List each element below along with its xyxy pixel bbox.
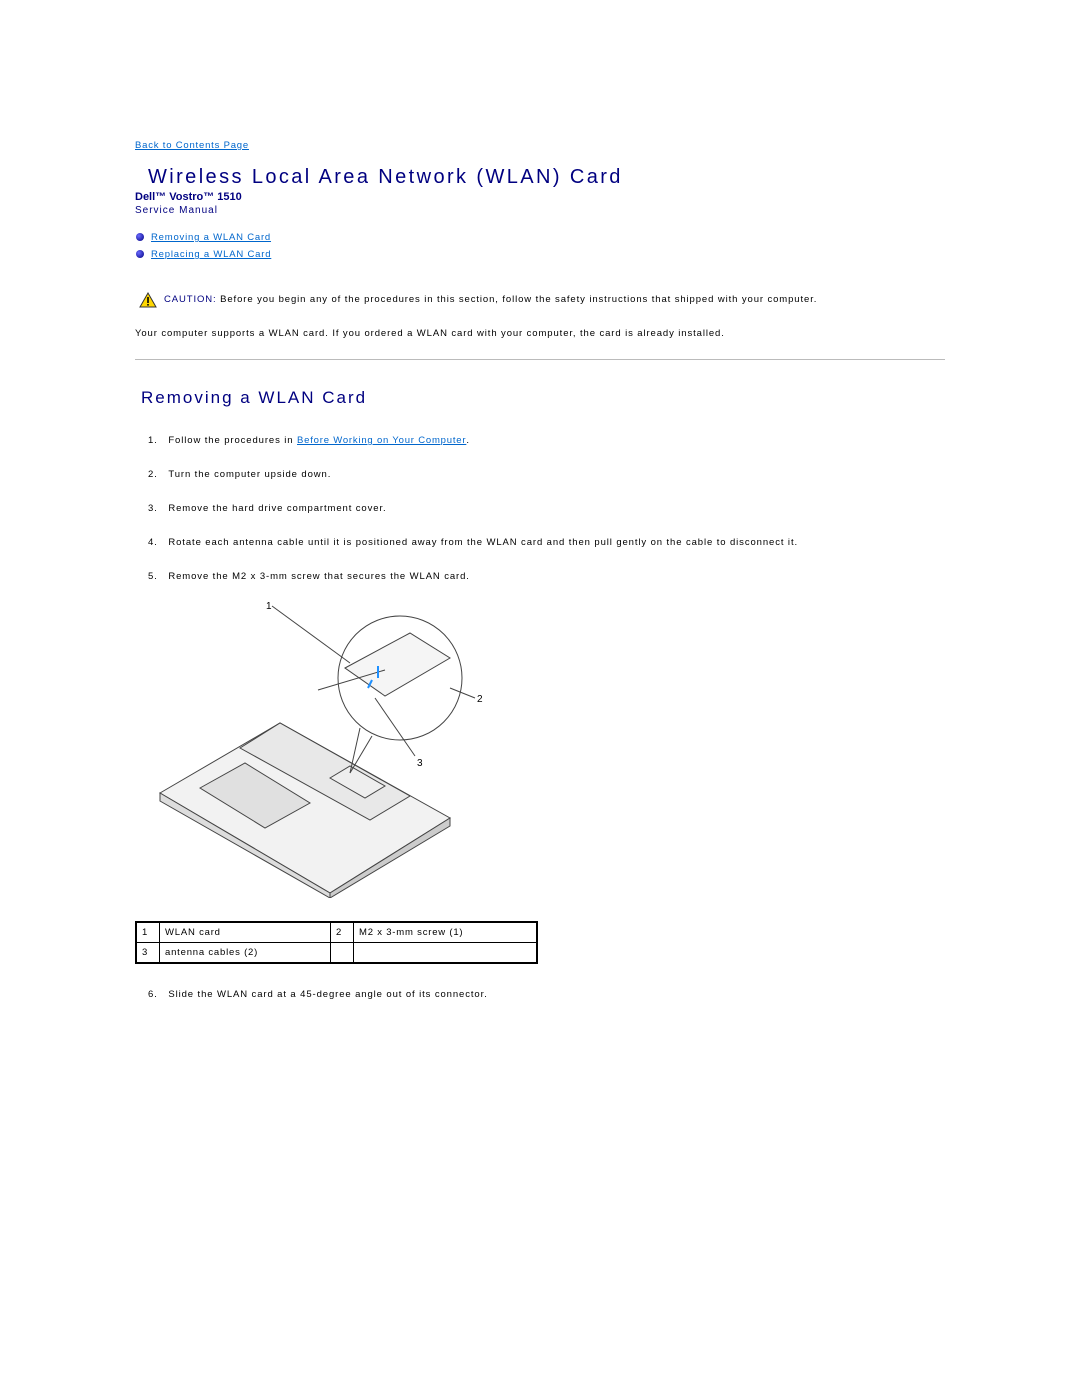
before-working-link[interactable]: Before Working on Your Computer (297, 435, 466, 446)
page: Back to Contents Page Wireless Local Are… (0, 0, 1080, 1397)
warning-icon (139, 292, 157, 308)
toc-link-removing[interactable]: Removing a WLAN Card (151, 232, 271, 243)
step-2: 2. Turn the computer upside down. (148, 469, 332, 480)
table-row: 3 antenna cables (2) (135, 942, 538, 964)
caution-label: CAUTION: (164, 294, 217, 305)
callout-3: 3 (417, 758, 423, 769)
page-title: Wireless Local Area Network (WLAN) Card (148, 166, 623, 188)
step-3: 3. Remove the hard drive compartment cov… (148, 503, 387, 514)
intro-text: Your computer supports a WLAN card. If y… (135, 328, 725, 339)
legend-table: 1 WLAN card 2 M2 x 3-mm screw (1) 3 antenna … (135, 921, 538, 964)
section-title: Removing a WLAN Card (141, 388, 368, 407)
step-6: 6. Slide the WLAN card at a 45-degree an… (148, 989, 488, 1000)
toc-link-replacing[interactable]: Replacing a WLAN Card (151, 249, 271, 260)
manual-label: Service Manual (135, 205, 218, 216)
wlan-card-illustration: 1 2 3 (159, 601, 483, 898)
caution-note: CAUTION: Before you begin any of the pro… (164, 294, 817, 305)
divider (135, 359, 945, 360)
back-to-contents-link[interactable]: Back to Contents Page (135, 140, 249, 151)
step-4: 4. Rotate each antenna cable until it is… (148, 537, 799, 548)
bullet-icon (136, 233, 144, 241)
table-row: 1 WLAN card 2 M2 x 3-mm screw (1) (135, 921, 538, 943)
product-name: Dell™ Vostro™ 1510 (135, 191, 242, 203)
step-5: 5. Remove the M2 x 3-mm screw that secur… (148, 571, 470, 582)
bullet-icon (136, 250, 144, 258)
caution-text: Before you begin any of the procedures i… (220, 294, 818, 305)
callout-2: 2 (477, 694, 483, 705)
step-1: 1. Follow the procedures in Before Worki… (148, 435, 470, 446)
callout-1: 1 (266, 601, 272, 612)
